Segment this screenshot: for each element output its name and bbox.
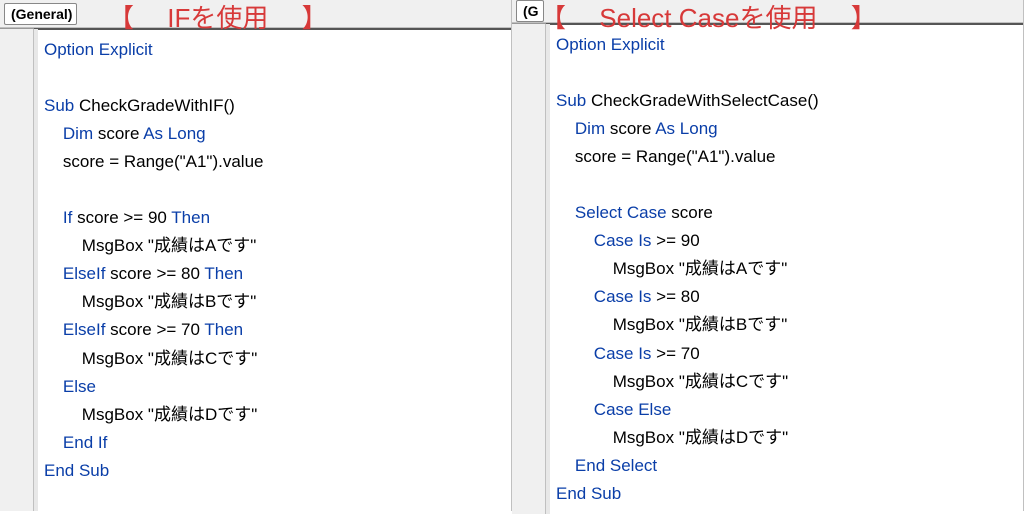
kw-dim: Dim — [575, 119, 605, 138]
right-header: (G 【 Select Caseを使用 】 — [512, 0, 1023, 23]
dropdown-value: (General) — [11, 6, 72, 22]
kw-then: Then — [171, 208, 210, 227]
kw-if: If — [63, 208, 72, 227]
ge70: >= 70 — [651, 344, 699, 363]
left-pane: (General) 【 IFを使用 】 Option Explicit Sub … — [0, 0, 512, 511]
kw-caseis3: Case Is — [594, 344, 652, 363]
right-code-area: Option Explicit Sub CheckGradeWithSelect… — [512, 23, 1023, 514]
if-cond: score >= 90 — [72, 208, 171, 227]
left-margin — [0, 29, 34, 511]
kw-then3: Then — [204, 320, 243, 339]
msg-c: MsgBox "成績はCです" — [82, 349, 257, 368]
kw-elseif2: ElseIf — [63, 320, 106, 339]
kw-caseis2: Case Is — [594, 287, 652, 306]
elseif80: score >= 80 — [105, 264, 204, 283]
kw-else: Else — [63, 377, 96, 396]
kw-then2: Then — [204, 264, 243, 283]
dropdown-value: (G — [523, 3, 539, 19]
title-text: Select Caseを使用 — [573, 3, 843, 33]
right-pane: (G 【 Select Caseを使用 】 Option Explicit Su… — [512, 0, 1024, 511]
dim-var: score — [93, 124, 143, 143]
assign-line: score = Range("A1").value — [63, 152, 264, 171]
right-title: 【 Select Caseを使用 】 — [540, 0, 877, 35]
bracket-close: 】 — [851, 3, 877, 33]
kw-endif: End If — [63, 433, 107, 452]
ge80: >= 80 — [651, 287, 699, 306]
msg-b: MsgBox "成績はBです" — [82, 292, 257, 311]
select-var: score — [667, 203, 713, 222]
kw-sub: Sub — [44, 96, 74, 115]
assign-line: score = Range("A1").value — [575, 147, 776, 166]
left-header: (General) 【 IFを使用 】 — [0, 0, 511, 28]
kw-dim: Dim — [63, 124, 93, 143]
left-title: 【 IFを使用 】 — [108, 0, 328, 35]
msg-c: MsgBox "成績はCです" — [613, 372, 788, 391]
kw-caseis: Case Is — [594, 231, 652, 250]
msg-a: MsgBox "成績はAです" — [613, 259, 788, 278]
dim-var: score — [605, 119, 655, 138]
msg-d: MsgBox "成績はDです" — [82, 405, 257, 424]
kw-sub: Sub — [556, 91, 586, 110]
kw-endsub: End Sub — [44, 461, 109, 480]
bracket-close: 】 — [302, 3, 328, 33]
kw-aslong: As Long — [143, 124, 205, 143]
ge90: >= 90 — [651, 231, 699, 250]
left-code[interactable]: Option Explicit Sub CheckGradeWithIF() D… — [34, 28, 511, 511]
kw-option: Option Explicit — [556, 35, 665, 54]
sub-name: CheckGradeWithIF() — [74, 96, 235, 115]
kw-caseelse: Case Else — [594, 400, 671, 419]
msg-d: MsgBox "成績はDです" — [613, 428, 788, 447]
kw-elseif: ElseIf — [63, 264, 106, 283]
kw-option: Option Explicit — [44, 40, 153, 59]
sub-name: CheckGradeWithSelectCase() — [586, 91, 818, 110]
kw-endsub: End Sub — [556, 484, 621, 503]
bracket-open: 【 — [108, 3, 134, 33]
left-code-area: Option Explicit Sub CheckGradeWithIF() D… — [0, 28, 511, 511]
msg-b: MsgBox "成績はBです" — [613, 315, 788, 334]
object-dropdown-left[interactable]: (General) — [4, 3, 77, 25]
elseif70: score >= 70 — [105, 320, 204, 339]
right-margin — [512, 24, 546, 514]
kw-aslong: As Long — [655, 119, 717, 138]
title-text: IFを使用 — [141, 3, 294, 33]
right-code[interactable]: Option Explicit Sub CheckGradeWithSelect… — [546, 23, 1023, 514]
kw-endselect: End Select — [575, 456, 657, 475]
msg-a: MsgBox "成績はAです" — [82, 236, 257, 255]
kw-selectcase: Select Case — [575, 203, 667, 222]
